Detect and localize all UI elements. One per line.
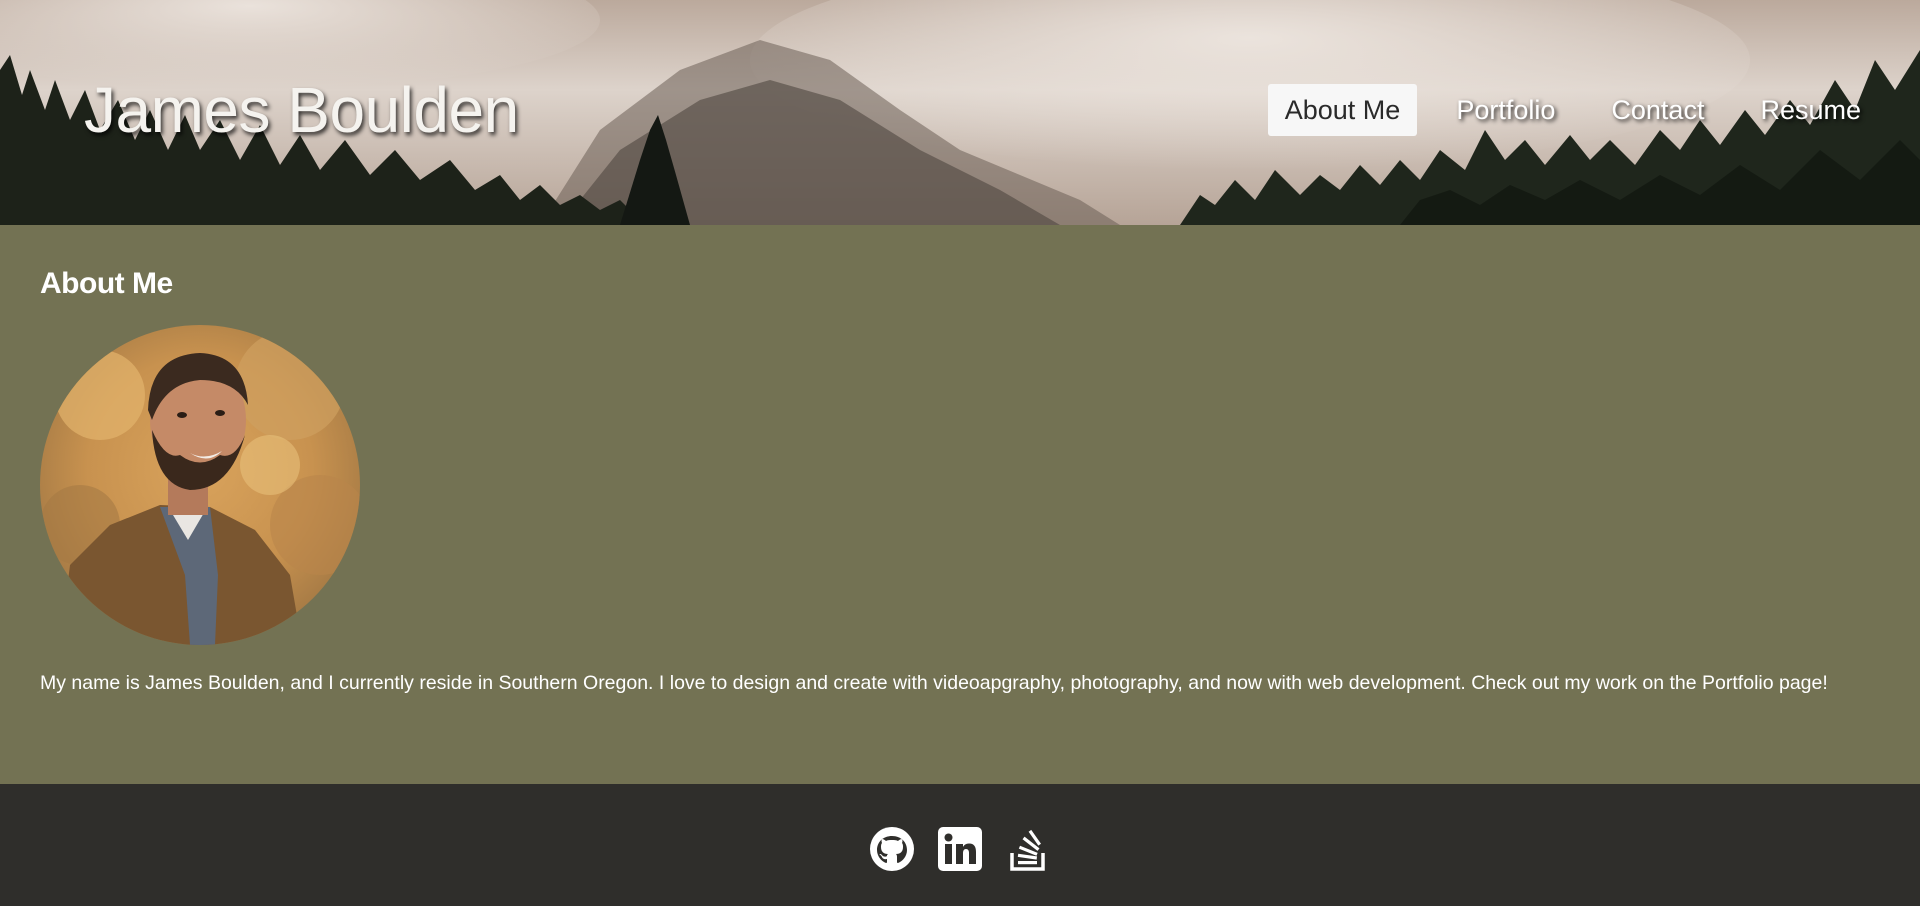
social-links <box>0 826 1920 872</box>
nav-contact[interactable]: Contact <box>1594 84 1721 136</box>
nav-portfolio[interactable]: Portfolio <box>1439 84 1572 136</box>
site-title[interactable]: James Boulden <box>84 72 519 148</box>
stackoverflow-icon[interactable] <box>1005 826 1051 872</box>
profile-photo <box>40 325 360 645</box>
about-section: About Me My name is James Boulden, and I… <box>0 225 1920 784</box>
linkedin-icon[interactable] <box>937 826 983 872</box>
main-nav: About Me Portfolio Contact Resume <box>1267 84 1920 136</box>
section-heading: About Me <box>40 267 173 300</box>
github-icon[interactable] <box>869 826 915 872</box>
nav-resume[interactable]: Resume <box>1743 84 1878 136</box>
avatar <box>40 325 360 645</box>
nav-about-me[interactable]: About Me <box>1267 84 1418 136</box>
site-header: James Boulden About Me Portfolio Contact… <box>0 0 1920 225</box>
bio-text: My name is James Boulden, and I currentl… <box>40 672 1828 694</box>
site-footer <box>0 784 1920 906</box>
